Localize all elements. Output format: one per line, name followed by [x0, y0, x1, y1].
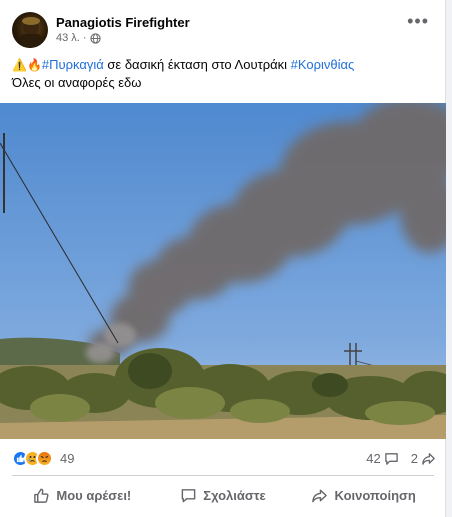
post-text: ⚠️🔥#Πυρκαγιά σε δασική έκταση στο Λουτρά… [12, 56, 432, 92]
hashtag-link-2[interactable]: #Κορινθίας [291, 57, 355, 72]
photo-image [0, 103, 446, 439]
like-button-label: Μου αρέσει! [56, 487, 132, 503]
share-count-icon [422, 452, 435, 465]
actions-divider [12, 475, 434, 476]
avatar-image [21, 17, 41, 48]
engagement-counts: 42 2 [366, 451, 436, 466]
meta-separator: · [82, 31, 87, 44]
post-text-line2: Όλες οι αναφορές εδω [12, 75, 142, 90]
post-text-middle: σε δασική έκταση στο Λουτράκι [103, 57, 291, 72]
comment-button-label: Σχολιάστε [203, 487, 266, 503]
comment-count[interactable]: 42 [366, 451, 398, 466]
thumbs-up-icon [34, 488, 49, 503]
post-time[interactable]: 43 λ. [56, 31, 80, 46]
reaction-count[interactable]: 49 [60, 451, 74, 466]
post-card: Panagiotis Firefighter 43 λ. · ••• ⚠️🔥#Π… [0, 0, 446, 517]
share-count-value: 2 [410, 450, 418, 466]
avatar[interactable] [12, 12, 48, 48]
share-button-label: Κοινοποίηση [334, 487, 416, 503]
like-button[interactable]: Μου αρέσει! [12, 478, 153, 512]
reactions-summary[interactable]: 49 [12, 449, 74, 467]
post-header: Panagiotis Firefighter 43 λ. · [12, 10, 432, 50]
share-button[interactable]: Κοινοποίηση [293, 478, 434, 512]
hashtag-link-1[interactable]: #Πυρκαγιά [42, 57, 104, 72]
globe-icon [89, 32, 101, 44]
post-photo[interactable] [0, 103, 446, 439]
author-info: Panagiotis Firefighter 43 λ. · [56, 15, 190, 46]
post-actions: Μου αρέσει! Σχολιάστε Κοινοποίηση [12, 478, 434, 512]
post-stats: 49 42 2 [12, 446, 436, 470]
post-emojis: ⚠️🔥 [12, 58, 42, 72]
share-arrow-icon [312, 489, 328, 502]
comment-count-value: 42 [366, 450, 381, 466]
more-dots-icon[interactable]: ••• [407, 12, 429, 30]
author-name[interactable]: Panagiotis Firefighter [56, 15, 190, 31]
comment-icon [181, 488, 196, 502]
comment-button[interactable]: Σχολιάστε [153, 478, 294, 512]
share-count[interactable]: 2 [411, 451, 436, 466]
comment-count-icon [384, 452, 398, 465]
angry-reaction-icon [36, 449, 53, 467]
post-meta: 43 λ. · [56, 31, 190, 46]
